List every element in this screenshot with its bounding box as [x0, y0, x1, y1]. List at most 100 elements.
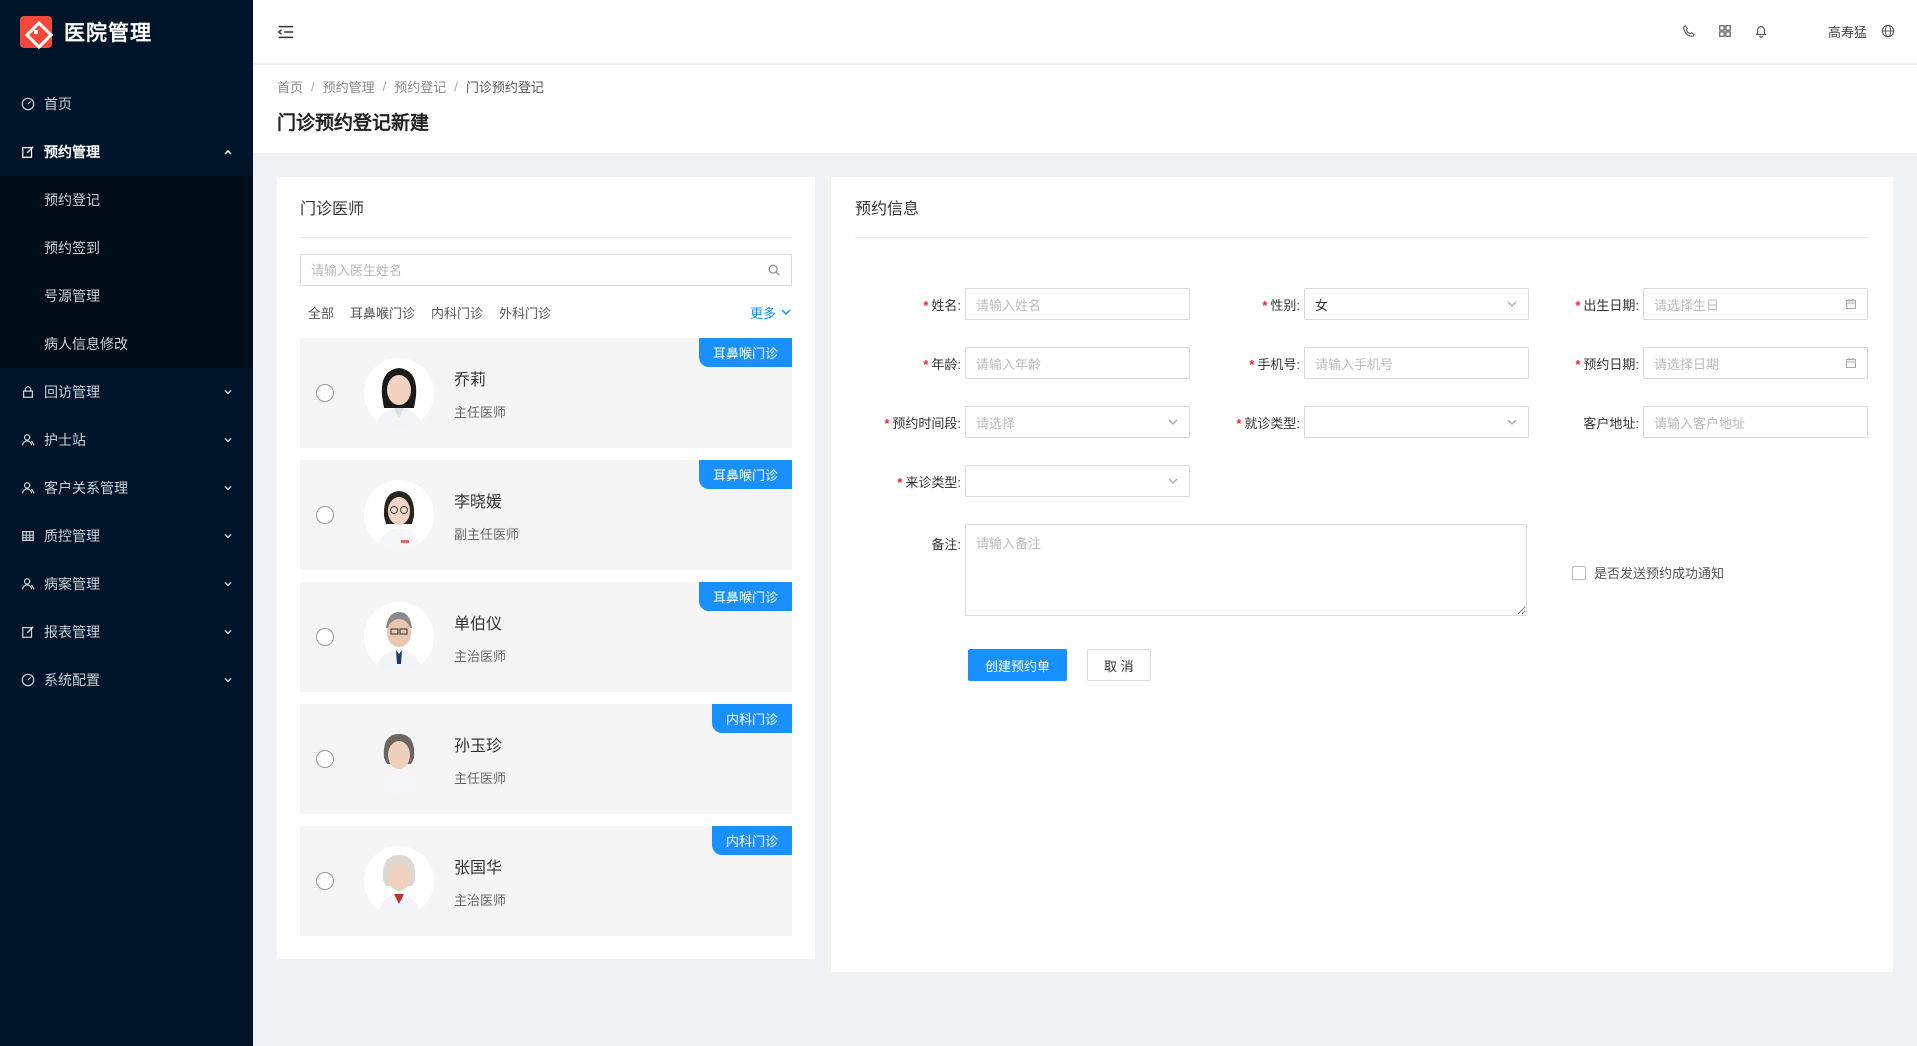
chevron-down-icon — [223, 675, 233, 685]
department-badge: 内科门诊 — [711, 704, 792, 733]
doctor-card[interactable]: 孙玉珍 主任医师 内科门诊 — [300, 704, 792, 814]
calendar-icon — [1845, 357, 1857, 369]
doctor-radio[interactable] — [316, 750, 334, 768]
period-select[interactable]: 请选择 — [965, 406, 1190, 438]
gender-select[interactable]: 女 — [1304, 288, 1529, 320]
sidebar-item-nurse[interactable]: 护士站 — [0, 416, 253, 464]
doctor-card[interactable]: 乔莉 主任医师 耳鼻喉门诊 — [300, 338, 792, 448]
remark-row: 备注: — [855, 524, 1527, 616]
breadcrumb-home[interactable]: 首页 — [277, 77, 303, 96]
chevron-down-icon — [223, 387, 233, 397]
doctor-radio[interactable] — [316, 506, 334, 524]
sidebar-item-reports[interactable]: 报表管理 — [0, 608, 253, 656]
chevron-up-icon — [223, 147, 233, 157]
doctor-search — [300, 254, 792, 286]
come-type-select[interactable] — [965, 465, 1190, 497]
doctor-avatar — [364, 846, 434, 916]
address-field[interactable]: 请输入客户地址 — [1643, 406, 1868, 438]
doctor-name: 孙玉珍 — [454, 737, 503, 755]
breadcrumb-registration[interactable]: 预约登记 — [394, 77, 446, 96]
phone-row: * 手机号: 请输入手机号 — [1194, 347, 1529, 379]
birth-date-picker[interactable]: 请选择生日 — [1643, 288, 1868, 320]
doctor-avatar — [364, 724, 434, 794]
breadcrumb-appointment[interactable]: 预约管理 — [323, 77, 375, 96]
lock-icon — [20, 384, 36, 400]
remark-label: 备注: — [931, 537, 961, 552]
date-label: 预约日期: — [1583, 356, 1639, 372]
sidebar-item-home[interactable]: 首页 — [0, 80, 253, 128]
appointment-date-picker[interactable]: 请选择日期 — [1643, 347, 1868, 379]
department-badge: 耳鼻喉门诊 — [698, 338, 792, 367]
filter-ent[interactable]: 耳鼻喉门诊 — [350, 303, 415, 322]
form-panel-title: 预约信息 — [855, 195, 1869, 238]
doctor-title: 副主任医师 — [454, 526, 520, 542]
name-row: * 姓名: 请输入姓名 — [855, 288, 1190, 320]
search-icon[interactable] — [767, 263, 781, 277]
chevron-down-icon — [1506, 298, 1518, 310]
sidebar-item-followup[interactable]: 回访管理 — [0, 368, 253, 416]
sidebar-item-patient-edit[interactable]: 病人信息修改 — [0, 320, 253, 368]
doctor-avatar — [364, 602, 434, 672]
address-label: 客户地址: — [1583, 415, 1639, 431]
doctor-card[interactable]: 单伯仪 主治医师 耳鼻喉门诊 — [300, 582, 792, 692]
sidebar-item-appointment[interactable]: 预约管理 — [0, 128, 253, 176]
user-icon — [20, 480, 36, 496]
appointment-submenu: 预约登记 预约签到 号源管理 病人信息修改 — [0, 176, 253, 368]
sidebar-item-slots[interactable]: 号源管理 — [0, 272, 253, 320]
doctor-search-input[interactable] — [311, 262, 767, 278]
chevron-down-icon — [223, 435, 233, 445]
chevron-down-icon — [1167, 416, 1179, 428]
sidebar-item-records[interactable]: 病案管理 — [0, 560, 253, 608]
filter-internal[interactable]: 内科门诊 — [431, 303, 483, 322]
menu-fold-icon[interactable] — [277, 22, 297, 42]
sidebar-item-quality[interactable]: 质控管理 — [0, 512, 253, 560]
phone-icon[interactable] — [1682, 24, 1698, 40]
period-label: 预约时间段: — [892, 415, 961, 431]
birth-label: 出生日期: — [1583, 297, 1639, 313]
more-filters-button[interactable]: 更多 — [750, 303, 792, 322]
doctor-card[interactable]: 张国华 主治医师 内科门诊 — [300, 826, 792, 936]
bell-icon[interactable] — [1754, 24, 1770, 40]
user-name[interactable]: 高寿猛 — [1828, 22, 1867, 41]
breadcrumb-current: 门诊预约登记 — [465, 80, 544, 95]
doctor-avatar — [364, 358, 434, 428]
age-field[interactable]: 请输入年龄 — [965, 347, 1190, 379]
chevron-down-icon — [781, 309, 791, 316]
name-field[interactable]: 请输入姓名 — [965, 288, 1190, 320]
sidebar-menu: 首页 预约管理 预约登记 预约签到 号源管理 病人信息修改 回访管理 护士站 客… — [0, 80, 253, 704]
doctors-panel-title: 门诊医师 — [300, 195, 792, 238]
sidebar-item-checkin[interactable]: 预约签到 — [0, 224, 253, 272]
filter-all[interactable]: 全部 — [308, 303, 334, 322]
sidebar-item-crm[interactable]: 客户关系管理 — [0, 464, 253, 512]
come-type-row: * 来诊类型: — [855, 465, 1190, 497]
doctor-radio[interactable] — [316, 628, 334, 646]
edit-icon — [20, 624, 36, 640]
doctor-radio[interactable] — [316, 872, 334, 890]
department-badge: 耳鼻喉门诊 — [698, 582, 792, 611]
create-appointment-button[interactable]: 创建预约单 — [968, 649, 1068, 681]
doctor-radio[interactable] — [316, 384, 334, 402]
sidebar-item-settings[interactable]: 系统配置 — [0, 656, 253, 704]
visit-type-label: 就诊类型: — [1244, 415, 1300, 431]
logo[interactable]: 医院管理 — [0, 0, 253, 64]
sidebar-item-registration[interactable]: 预约登记 — [0, 176, 253, 224]
doctor-name: 单伯仪 — [454, 615, 503, 633]
filter-surgery[interactable]: 外科门诊 — [499, 303, 551, 322]
department-filters: 全部 耳鼻喉门诊 内科门诊 外科门诊 更多 — [300, 298, 792, 326]
breadcrumb: 首页 / 预约管理 / 预约登记 / 门诊预约登记 — [277, 77, 544, 96]
phone-field[interactable]: 请输入手机号 — [1304, 347, 1529, 379]
name-label: 姓名: — [931, 297, 961, 313]
address-row: 客户地址: 请输入客户地址 — [1533, 406, 1868, 438]
notify-checkbox[interactable] — [1572, 565, 1586, 580]
visit-type-row: * 就诊类型: — [1194, 406, 1529, 438]
doctor-card[interactable]: 李晓媛 副主任医师 耳鼻喉门诊 — [300, 460, 792, 570]
apps-icon[interactable] — [1718, 24, 1734, 40]
doctor-title: 主治医师 — [454, 892, 507, 908]
cancel-button[interactable]: 取 消 — [1087, 649, 1151, 681]
remark-textarea[interactable] — [965, 524, 1527, 616]
dashboard-icon — [20, 96, 36, 112]
header-actions: 高寿猛 — [1682, 0, 1917, 64]
doctor-name: 李晓媛 — [454, 493, 503, 511]
visit-type-select[interactable] — [1304, 406, 1529, 438]
globe-icon[interactable] — [1881, 24, 1897, 40]
